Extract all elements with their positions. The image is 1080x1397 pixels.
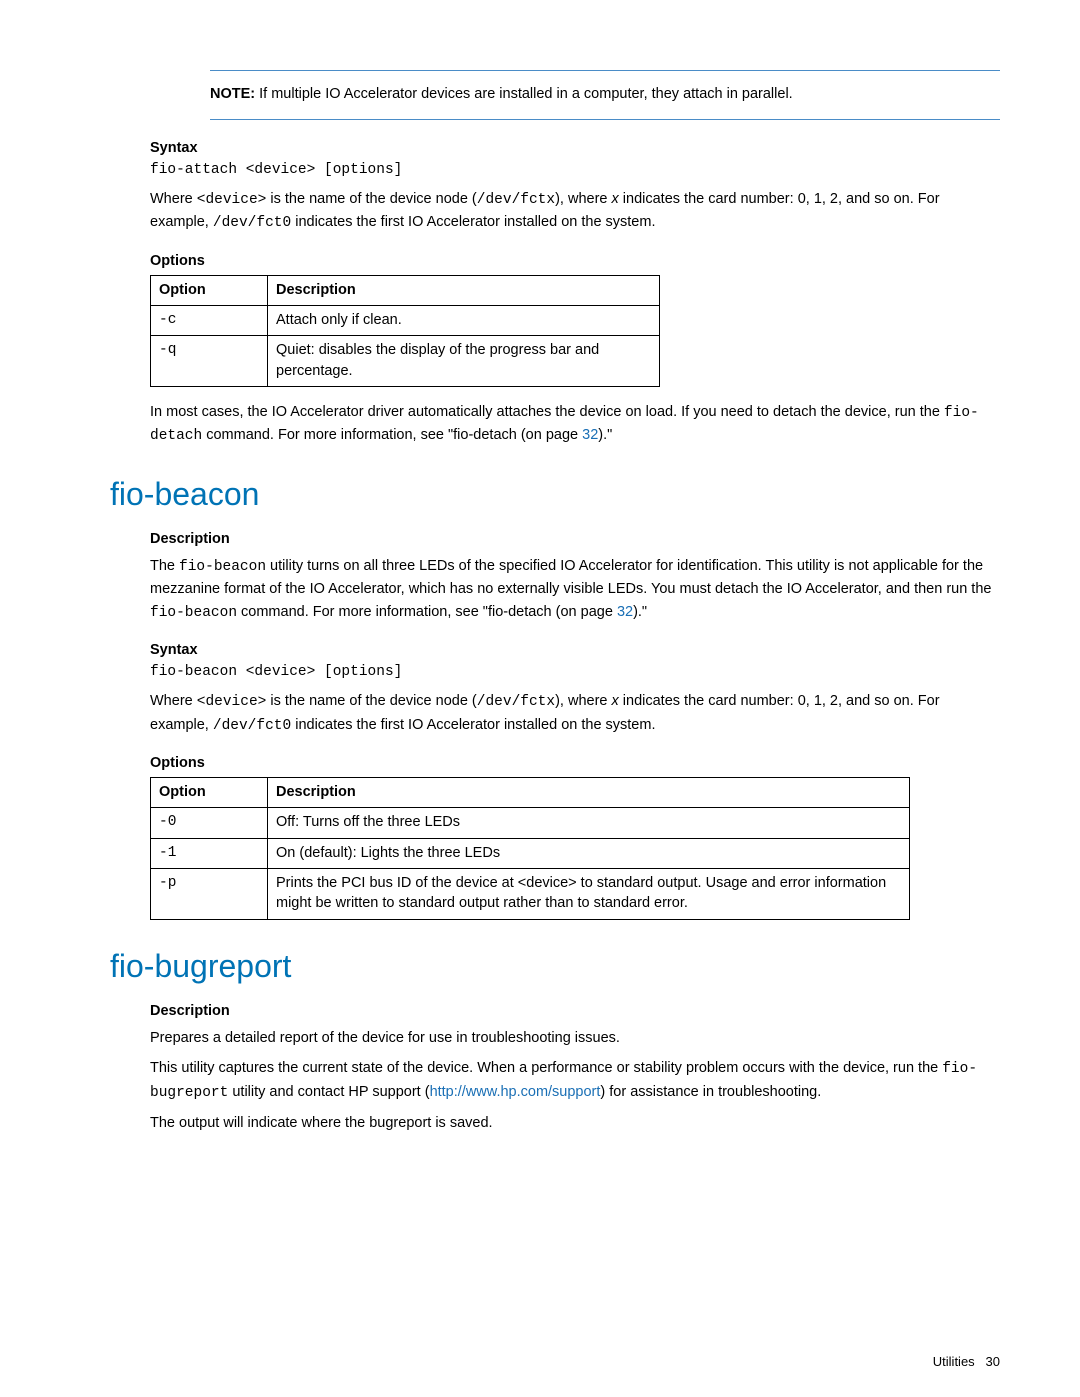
description-heading: Description [150,531,1000,547]
section-title-fio-bugreport: fio-bugreport [110,948,1000,985]
description-heading: Description [150,1003,1000,1019]
text: utility and contact HP support ( [228,1084,429,1100]
device-mono: <device> [197,192,267,208]
text: The [150,558,179,574]
col-option: Option [151,778,268,808]
fio-attach-section: Syntax fio-attach <device> [options] Whe… [150,140,1000,448]
text: indicates the first IO Accelerator insta… [291,214,655,230]
page: NOTE: If multiple IO Accelerator devices… [0,0,1080,1397]
path-mono: /dev/fct0 [213,215,291,231]
fio-bugreport-section: Description Prepares a detailed report o… [150,1003,1000,1135]
syntax-code: fio-beacon <device> [options] [150,664,1000,680]
page-link[interactable]: 32 [617,604,633,620]
section-title-fio-beacon: fio-beacon [110,476,1000,513]
opt-cell: -c [151,305,268,335]
var-x: x [612,191,619,207]
page-link[interactable]: 32 [582,427,598,443]
desc-cell: On (default): Lights the three LEDs [268,838,910,868]
footer: Utilities 30 [933,1354,1000,1369]
syntax-heading: Syntax [150,642,1000,658]
cmd-mono: fio-beacon [150,605,237,621]
table-row: -p Prints the PCI bus ID of the device a… [151,869,910,920]
options-table-beacon: Option Description -0 Off: Turns off the… [150,777,910,919]
options-heading: Options [150,253,1000,269]
text: indicates the first IO Accelerator insta… [291,717,655,733]
description-paragraph: The fio-beacon utility turns on all thre… [150,555,1000,624]
table-row: -0 Off: Turns off the three LEDs [151,808,910,838]
cmd-mono: fio-beacon [179,559,266,575]
text: Where [150,191,197,207]
path-mono: /dev/fctx [477,694,555,710]
text: Where [150,693,197,709]
syntax-code: fio-attach <device> [options] [150,162,1000,178]
desc-cell: Prints the PCI bus ID of the device at <… [268,869,910,920]
text: )." [633,604,647,620]
text: ), where [555,693,611,709]
col-option: Option [151,275,268,305]
text: This utility captures the current state … [150,1060,942,1076]
col-description: Description [268,275,660,305]
note-text: If multiple IO Accelerator devices are i… [259,86,793,102]
text: In most cases, the IO Accelerator driver… [150,404,944,420]
table-header-row: Option Description [151,275,660,305]
footer-page: 30 [986,1354,1000,1369]
fio-beacon-section: Description The fio-beacon utility turns… [150,531,1000,920]
paragraph: Prepares a detailed report of the device… [150,1027,1000,1049]
text: is the name of the device node ( [266,693,476,709]
table-row: -c Attach only if clean. [151,305,660,335]
paragraph: The output will indicate where the bugre… [150,1112,1000,1134]
paragraph: This utility captures the current state … [150,1057,1000,1104]
where-paragraph: Where <device> is the name of the device… [150,690,1000,737]
note-label: NOTE: [210,86,255,102]
table-row: -1 On (default): Lights the three LEDs [151,838,910,868]
opt-cell: -0 [151,808,268,838]
text: is the name of the device node ( [266,191,476,207]
table-row: -q Quiet: disables the display of the pr… [151,336,660,387]
options-table-attach: Option Description -c Attach only if cle… [150,275,660,387]
text: command. For more information, see "fio-… [202,427,582,443]
col-description: Description [268,778,910,808]
var-x: x [612,693,619,709]
syntax-heading: Syntax [150,140,1000,156]
table-header-row: Option Description [151,778,910,808]
opt-cell: -1 [151,838,268,868]
text: )." [598,427,612,443]
text: ), where [555,191,611,207]
text: utility turns on all three LEDs of the s… [150,558,991,597]
footer-section: Utilities [933,1354,975,1369]
opt-cell: -q [151,336,268,387]
path-mono: /dev/fctx [477,192,555,208]
text: ) for assistance in troubleshooting. [600,1084,821,1100]
note-block: NOTE: If multiple IO Accelerator devices… [210,70,1000,120]
options-heading: Options [150,755,1000,771]
desc-cell: Attach only if clean. [268,305,660,335]
support-link[interactable]: http://www.hp.com/support [430,1084,601,1100]
desc-cell: Quiet: disables the display of the progr… [268,336,660,387]
post-paragraph: In most cases, the IO Accelerator driver… [150,401,1000,448]
text: command. For more information, see "fio-… [237,604,617,620]
path-mono: /dev/fct0 [213,718,291,734]
opt-cell: -p [151,869,268,920]
where-paragraph: Where <device> is the name of the device… [150,188,1000,235]
desc-cell: Off: Turns off the three LEDs [268,808,910,838]
device-mono: <device> [197,694,267,710]
